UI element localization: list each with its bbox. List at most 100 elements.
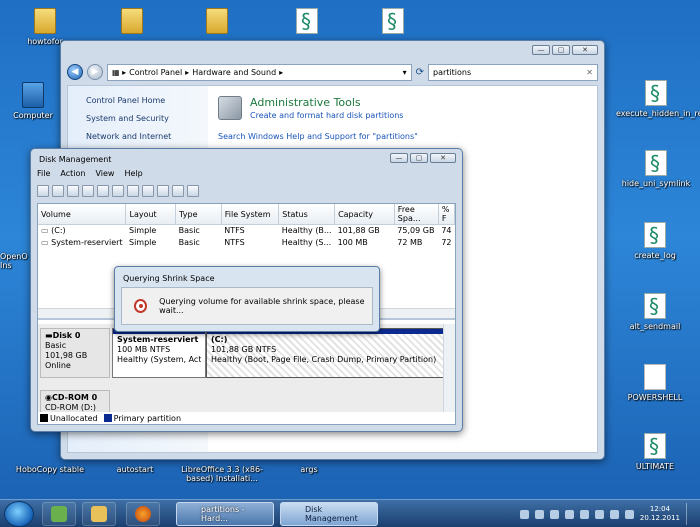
- refresh-icon[interactable]: [127, 185, 139, 197]
- network-icon[interactable]: [609, 509, 619, 519]
- search-box[interactable]: partitions ✕: [428, 63, 598, 81]
- folder-icon: [121, 8, 143, 34]
- vertical-scrollbar[interactable]: [443, 324, 455, 412]
- task-disk-management[interactable]: Disk Management: [280, 502, 378, 526]
- window-controls: — ▢ ✕: [390, 153, 456, 163]
- table-cell: Basic: [178, 226, 200, 236]
- explorer-icon: [91, 506, 107, 522]
- desktop-icon-hide-uni-symlink[interactable]: hide_uni_symlink: [618, 150, 694, 188]
- desktop-icon-computer[interactable]: Computer: [6, 82, 60, 120]
- properties-icon[interactable]: [82, 185, 94, 197]
- help-search-link[interactable]: Search Windows Help and Support for "par…: [218, 132, 597, 141]
- partition-size: 100 MB NTFS: [117, 345, 171, 354]
- flag-icon[interactable]: [594, 509, 604, 519]
- column-header[interactable]: Volume: [38, 204, 127, 225]
- maximize-button[interactable]: ▢: [552, 45, 570, 55]
- menu-action[interactable]: Action: [60, 169, 85, 178]
- cdrom-icon: ◉: [45, 393, 52, 402]
- desktop-icon-script-2[interactable]: [358, 8, 428, 37]
- breadcrumb-separator-icon: ▸: [185, 67, 190, 77]
- tray-icon[interactable]: [579, 509, 589, 519]
- disk0-label[interactable]: ▬Disk 0 Basic 101,98 GB Online: [40, 328, 110, 378]
- tray-icon[interactable]: [549, 509, 559, 519]
- sidebar-item-system-and-security[interactable]: System and Security: [86, 114, 208, 123]
- legend-unallocated: Unallocated: [40, 413, 98, 423]
- back-button[interactable]: ◀: [67, 64, 83, 80]
- address-bar[interactable]: ▦ ▸ Control Panel ▸ Hardware and Sound ▸…: [107, 63, 412, 81]
- desktop-icon-alt-sendmail[interactable]: alt_sendmail: [620, 293, 690, 331]
- clear-search-icon[interactable]: ✕: [586, 68, 597, 77]
- tray-icon[interactable]: [534, 509, 544, 519]
- folder-icon: [206, 8, 228, 34]
- breadcrumb-hardware-and-sound[interactable]: Hardware and Sound: [192, 68, 276, 77]
- script-icon: [644, 222, 666, 248]
- menu-help[interactable]: Help: [124, 169, 142, 178]
- partition-system-reserved[interactable]: System-reserviert 100 MB NTFS Healthy (S…: [112, 328, 206, 378]
- minimize-button[interactable]: —: [532, 45, 550, 55]
- column-header[interactable]: Layout: [125, 204, 177, 225]
- sidebar-item-control-panel-home[interactable]: Control Panel Home: [86, 96, 208, 105]
- minimize-button[interactable]: —: [390, 153, 408, 163]
- column-header[interactable]: Type: [175, 204, 222, 225]
- forward-button[interactable]: ▶: [87, 64, 103, 80]
- address-dropdown-icon[interactable]: ▾: [403, 68, 411, 77]
- show-hide-icon[interactable]: [112, 185, 124, 197]
- search-input[interactable]: partitions: [433, 68, 471, 77]
- up-icon[interactable]: [67, 185, 79, 197]
- desktop-icon-powershell[interactable]: POWERSHELL: [620, 364, 690, 402]
- result-link-partitions[interactable]: Create and format hard disk partitions: [250, 111, 403, 120]
- pinned-app-1[interactable]: [42, 502, 76, 526]
- column-header[interactable]: Status: [278, 204, 336, 225]
- desktop-icon-label: LibreOffice 3.3 (x86-based) Installati..…: [181, 465, 263, 483]
- desktop-icon-label: autostart: [116, 465, 154, 474]
- tray-icon[interactable]: [519, 509, 529, 519]
- desktop-icon-folder-2[interactable]: [97, 8, 167, 37]
- desktop-icon-ultimate[interactable]: ULTIMATE: [620, 433, 690, 471]
- open-icon[interactable]: [157, 185, 169, 197]
- format-icon[interactable]: [187, 185, 199, 197]
- desktop: howtofor Computer execute_hidden_in_reg …: [0, 0, 700, 527]
- table-row[interactable]: ▭ (C:) Simple Basic NTFS Healthy (B... 1…: [38, 225, 455, 237]
- clock[interactable]: 12:04 20.12.2011: [640, 505, 680, 523]
- table-cell: Simple: [128, 238, 157, 247]
- pinned-firefox[interactable]: [126, 502, 160, 526]
- column-header[interactable]: File System: [221, 204, 280, 225]
- pinned-explorer[interactable]: [82, 502, 116, 526]
- menu-view[interactable]: View: [95, 169, 114, 178]
- breadcrumb-control-panel[interactable]: Control Panel: [129, 68, 182, 77]
- start-button[interactable]: [4, 501, 34, 527]
- show-desktop-button[interactable]: [686, 503, 696, 525]
- volume-icon[interactable]: [624, 509, 634, 519]
- refresh-icon[interactable]: ⟳: [416, 67, 424, 78]
- cdrom-name: CD-ROM 0: [51, 393, 98, 402]
- help-icon[interactable]: [97, 185, 109, 197]
- column-header[interactable]: % F: [438, 204, 456, 225]
- desktop-icon-create-log[interactable]: create_log: [620, 222, 690, 260]
- settings-icon[interactable]: [142, 185, 154, 197]
- desktop-icon-script-1[interactable]: [272, 8, 342, 37]
- desktop-icon-execute-hidden-in-reg[interactable]: execute_hidden_in_reg: [616, 80, 700, 118]
- task-control-panel[interactable]: partitions - Hard...: [176, 502, 274, 526]
- column-header[interactable]: Free Spa...: [394, 204, 439, 225]
- forward-icon[interactable]: [52, 185, 64, 197]
- back-icon[interactable]: [37, 185, 49, 197]
- close-button[interactable]: ✕: [572, 45, 598, 55]
- volume-name: (C:): [51, 226, 66, 236]
- column-header[interactable]: Capacity: [334, 204, 395, 225]
- tray-icon[interactable]: [564, 509, 574, 519]
- sidebar-item-network-and-internet[interactable]: Network and Internet: [86, 132, 208, 141]
- table-row[interactable]: ▭ System-reserviert Simple Basic NTFS He…: [38, 237, 455, 249]
- maximize-button[interactable]: ▢: [410, 153, 428, 163]
- close-button[interactable]: ✕: [430, 153, 456, 163]
- script-icon: [644, 433, 666, 459]
- desktop-icon-label: execute_hidden_in_reg: [616, 109, 700, 118]
- task-label: Disk Management: [305, 505, 358, 523]
- menu-file[interactable]: File: [37, 169, 50, 178]
- disk-icon[interactable]: [172, 185, 184, 197]
- script-icon: [296, 8, 318, 34]
- cdrom-label[interactable]: ◉CD-ROM 0 CD-ROM (D:): [40, 390, 110, 414]
- result-title[interactable]: Administrative Tools: [250, 96, 403, 109]
- desktop-icon-folder-3[interactable]: [182, 8, 252, 37]
- control-panel-icon: ▦ ▸: [112, 67, 127, 77]
- partition-c[interactable]: (C:) 101,88 GB NTFS Healthy (Boot, Page …: [206, 328, 446, 378]
